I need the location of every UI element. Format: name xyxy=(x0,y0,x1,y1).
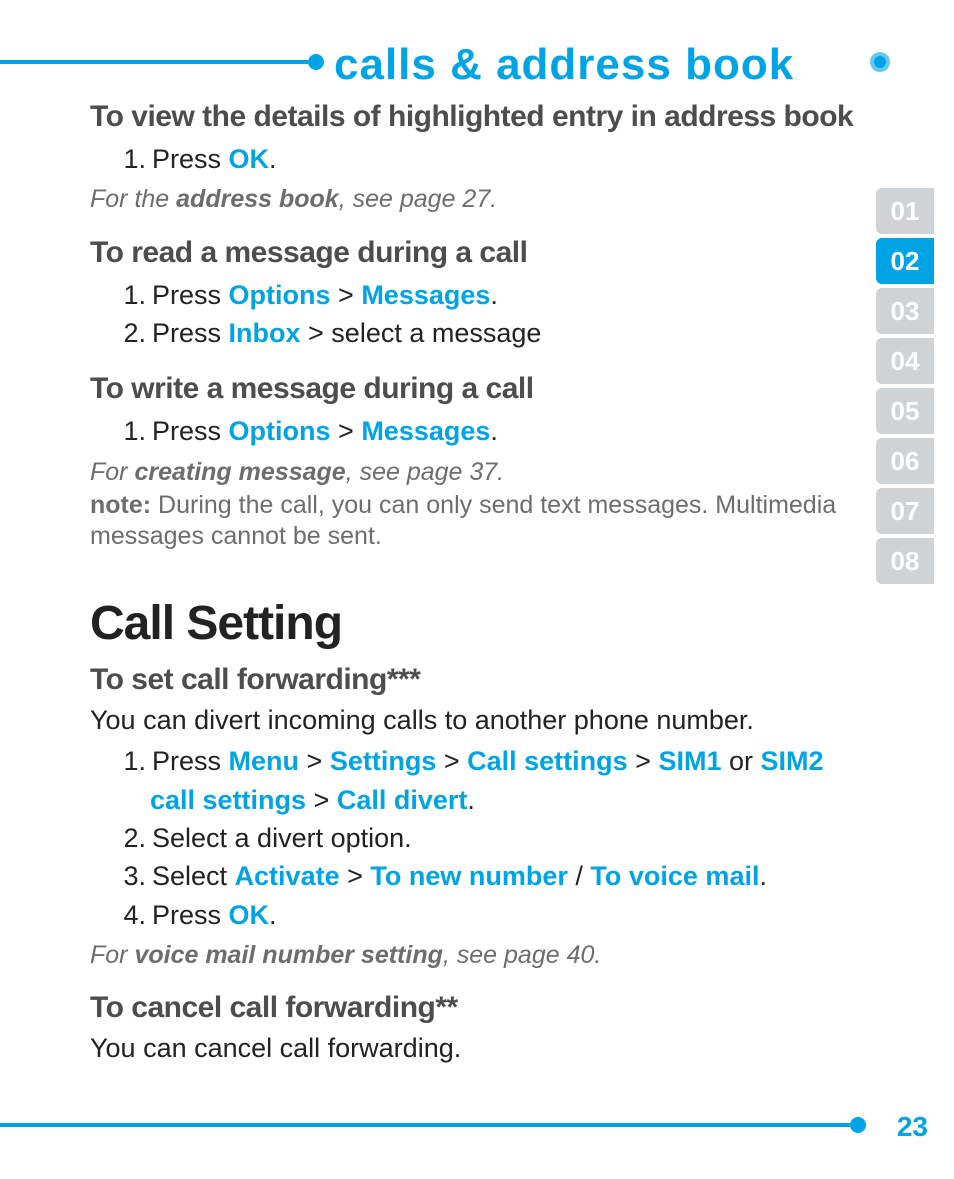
steps-write-message: 1.Press Options > Messages. xyxy=(90,412,860,450)
tab-04[interactable]: 04 xyxy=(876,338,934,384)
key-sim1: SIM1 xyxy=(658,746,721,776)
chapter-tabs: 01 02 03 04 05 06 07 08 xyxy=(876,188,934,588)
steps-read-message: 1.Press Options > Messages. 2.Press Inbo… xyxy=(90,276,860,353)
key-inbox: Inbox xyxy=(229,318,301,348)
key-messages: Messages xyxy=(361,280,490,310)
tab-06[interactable]: 06 xyxy=(876,438,934,484)
tab-01[interactable]: 01 xyxy=(876,188,934,234)
tab-03[interactable]: 03 xyxy=(876,288,934,334)
heading-set-forwarding: To set call forwarding*** xyxy=(90,663,860,697)
tab-05[interactable]: 05 xyxy=(876,388,934,434)
key-call-divert: Call divert xyxy=(337,785,468,815)
heading-read-message: To read a message during a call xyxy=(90,236,860,270)
steps-set-forwarding: 1.Press Menu > Settings > Call settings … xyxy=(90,742,860,934)
note-text: note: During the call, you can only send… xyxy=(90,490,860,553)
key-menu: Menu xyxy=(229,746,300,776)
list-item: 1.Press Menu > Settings > Call settings … xyxy=(122,742,860,819)
tab-07[interactable]: 07 xyxy=(876,488,934,534)
tab-08[interactable]: 08 xyxy=(876,538,934,584)
list-item: 2.Press Inbox > select a message xyxy=(122,314,860,352)
tab-02[interactable]: 02 xyxy=(876,238,934,284)
key-activate: Activate xyxy=(235,861,340,891)
key-settings: Settings xyxy=(330,746,437,776)
list-item: 3.Select Activate > To new number / To v… xyxy=(122,857,860,895)
page-footer: 23 xyxy=(0,1111,954,1141)
key-ok: OK xyxy=(229,900,270,930)
cross-reference: For creating message, see page 37. xyxy=(90,457,860,488)
key-options: Options xyxy=(229,280,331,310)
manual-page: calls & address book 01 02 03 04 05 06 0… xyxy=(0,0,954,1179)
section-title-call-setting: Call Setting xyxy=(90,596,860,651)
cross-reference: For the address book, see page 27. xyxy=(90,184,860,215)
intro-text: You can cancel call forwarding. xyxy=(90,1031,860,1066)
key-messages: Messages xyxy=(361,416,490,446)
heading-cancel-forwarding: To cancel call forwarding** xyxy=(90,991,860,1025)
key-options: Options xyxy=(229,416,331,446)
key-ok: OK xyxy=(229,144,270,174)
list-item: 4.Press OK. xyxy=(122,896,860,934)
footer-dot-icon xyxy=(850,1117,866,1133)
key-to-voice-mail: To voice mail xyxy=(590,861,759,891)
chapter-header: calls & address book xyxy=(0,40,954,82)
list-item: 1.Press OK. xyxy=(122,140,860,178)
steps-view-details: 1.Press OK. xyxy=(90,140,860,178)
list-item: 1.Press Options > Messages. xyxy=(122,276,860,314)
chapter-title: calls & address book xyxy=(334,40,794,90)
header-dot-icon xyxy=(308,54,324,70)
heading-view-details: To view the details of highlighted entry… xyxy=(90,100,860,134)
header-rule xyxy=(0,60,308,64)
key-call-settings: Call settings xyxy=(467,746,628,776)
heading-write-message: To write a message during a call xyxy=(90,372,860,406)
key-to-new-number: To new number xyxy=(370,861,568,891)
header-bullet-icon xyxy=(870,52,890,72)
page-number: 23 xyxy=(897,1111,928,1143)
footer-rule xyxy=(0,1123,850,1127)
list-item: 1.Press Options > Messages. xyxy=(122,412,860,450)
intro-text: You can divert incoming calls to another… xyxy=(90,703,860,738)
list-item: 2.Select a divert option. xyxy=(122,819,860,857)
cross-reference: For voice mail number setting, see page … xyxy=(90,940,860,971)
page-content: To view the details of highlighted entry… xyxy=(90,100,860,1066)
